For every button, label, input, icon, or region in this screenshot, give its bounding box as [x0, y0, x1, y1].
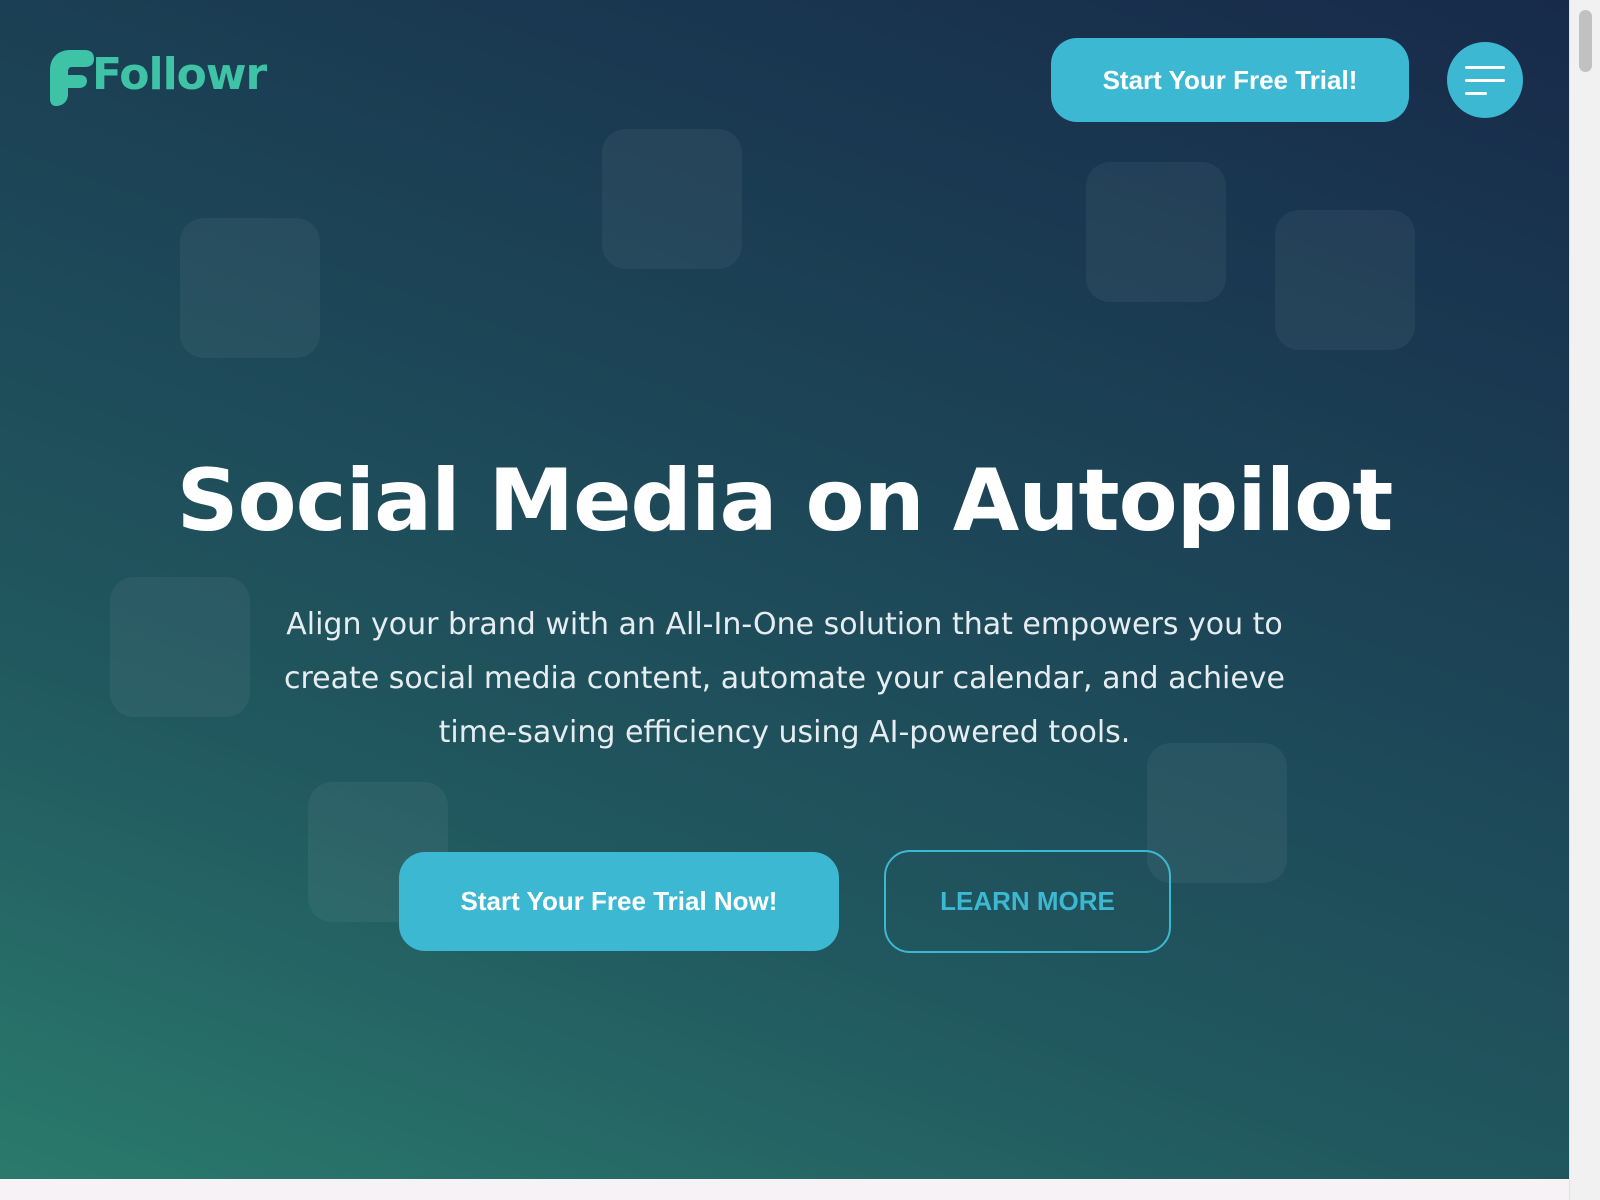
page-viewport: Followr Start Your Free Trial! Social Me…	[0, 0, 1569, 1200]
decorative-tile	[180, 218, 320, 358]
start-free-trial-header-button[interactable]: Start Your Free Trial!	[1051, 38, 1409, 122]
followr-logo[interactable]: Followr	[48, 48, 267, 108]
hamburger-menu-button[interactable]	[1447, 42, 1523, 118]
learn-more-button[interactable]: LEARN MORE	[884, 850, 1171, 953]
page-scrollbar[interactable]	[1569, 0, 1600, 1200]
decorative-tile	[1147, 743, 1287, 883]
hero-title: Social Media on Autopilot	[176, 451, 1394, 551]
decorative-tile	[110, 577, 250, 717]
decorative-tile	[1086, 162, 1226, 302]
logo-f-icon	[50, 50, 94, 106]
next-section-edge	[0, 1179, 1569, 1200]
decorative-tile	[602, 129, 742, 269]
hero-subtitle: Align your brand with an All-In-One solu…	[283, 607, 1285, 750]
scrollbar-thumb[interactable]	[1579, 10, 1592, 72]
decorative-tile	[1275, 210, 1415, 350]
logo-wordmark: Followr	[92, 49, 267, 100]
hero-section: Followr Start Your Free Trial! Social Me…	[0, 0, 1569, 1179]
start-free-trial-now-button[interactable]: Start Your Free Trial Now!	[399, 852, 839, 951]
